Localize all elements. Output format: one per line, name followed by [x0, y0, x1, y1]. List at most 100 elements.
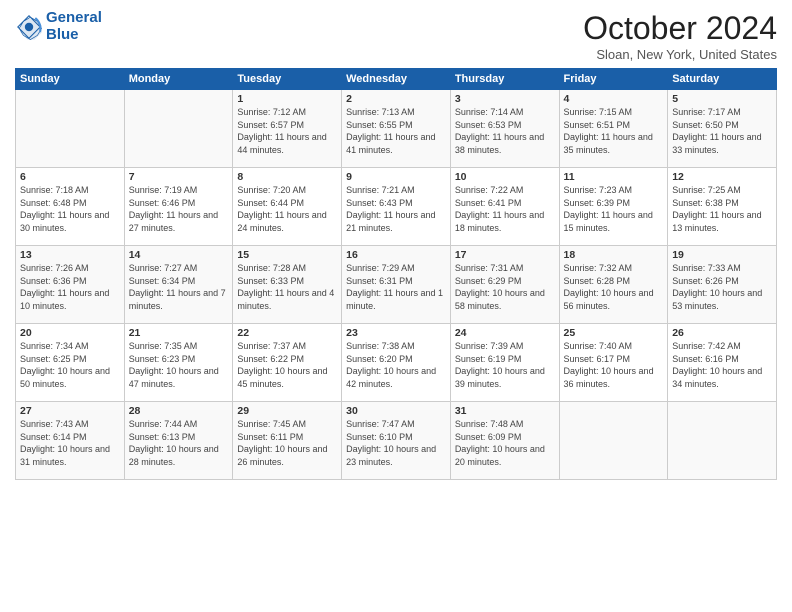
- calendar-cell: 25Sunrise: 7:40 AM Sunset: 6:17 PM Dayli…: [559, 324, 668, 402]
- calendar-cell: 11Sunrise: 7:23 AM Sunset: 6:39 PM Dayli…: [559, 168, 668, 246]
- calendar-cell: [668, 402, 777, 480]
- weekday-header: Saturday: [668, 69, 777, 90]
- cell-content: Sunrise: 7:43 AM Sunset: 6:14 PM Dayligh…: [20, 418, 120, 468]
- cell-content: Sunrise: 7:31 AM Sunset: 6:29 PM Dayligh…: [455, 262, 555, 312]
- day-number: 10: [455, 171, 555, 183]
- calendar-table: SundayMondayTuesdayWednesdayThursdayFrid…: [15, 68, 777, 480]
- day-number: 20: [20, 327, 120, 339]
- day-number: 6: [20, 171, 120, 183]
- cell-content: Sunrise: 7:12 AM Sunset: 6:57 PM Dayligh…: [237, 106, 337, 156]
- cell-content: Sunrise: 7:35 AM Sunset: 6:23 PM Dayligh…: [129, 340, 229, 390]
- logo-icon: [15, 13, 43, 41]
- calendar-cell: 31Sunrise: 7:48 AM Sunset: 6:09 PM Dayli…: [450, 402, 559, 480]
- cell-content: Sunrise: 7:27 AM Sunset: 6:34 PM Dayligh…: [129, 262, 229, 312]
- day-number: 4: [564, 93, 664, 105]
- calendar-cell: 6Sunrise: 7:18 AM Sunset: 6:48 PM Daylig…: [16, 168, 125, 246]
- calendar-cell: 24Sunrise: 7:39 AM Sunset: 6:19 PM Dayli…: [450, 324, 559, 402]
- location: Sloan, New York, United States: [583, 47, 777, 62]
- calendar-cell: 26Sunrise: 7:42 AM Sunset: 6:16 PM Dayli…: [668, 324, 777, 402]
- cell-content: Sunrise: 7:26 AM Sunset: 6:36 PM Dayligh…: [20, 262, 120, 312]
- calendar-cell: 9Sunrise: 7:21 AM Sunset: 6:43 PM Daylig…: [342, 168, 451, 246]
- day-number: 24: [455, 327, 555, 339]
- cell-content: Sunrise: 7:13 AM Sunset: 6:55 PM Dayligh…: [346, 106, 446, 156]
- calendar-cell: 20Sunrise: 7:34 AM Sunset: 6:25 PM Dayli…: [16, 324, 125, 402]
- cell-content: Sunrise: 7:39 AM Sunset: 6:19 PM Dayligh…: [455, 340, 555, 390]
- calendar-week-row: 27Sunrise: 7:43 AM Sunset: 6:14 PM Dayli…: [16, 402, 777, 480]
- calendar-cell: 1Sunrise: 7:12 AM Sunset: 6:57 PM Daylig…: [233, 90, 342, 168]
- calendar-cell: 18Sunrise: 7:32 AM Sunset: 6:28 PM Dayli…: [559, 246, 668, 324]
- day-number: 11: [564, 171, 664, 183]
- day-number: 17: [455, 249, 555, 261]
- header: General Blue October 2024 Sloan, New Yor…: [15, 10, 777, 62]
- calendar-cell: 19Sunrise: 7:33 AM Sunset: 6:26 PM Dayli…: [668, 246, 777, 324]
- calendar-cell: 27Sunrise: 7:43 AM Sunset: 6:14 PM Dayli…: [16, 402, 125, 480]
- day-number: 3: [455, 93, 555, 105]
- cell-content: Sunrise: 7:47 AM Sunset: 6:10 PM Dayligh…: [346, 418, 446, 468]
- day-number: 2: [346, 93, 446, 105]
- month-title: October 2024: [583, 10, 777, 47]
- calendar-cell: 13Sunrise: 7:26 AM Sunset: 6:36 PM Dayli…: [16, 246, 125, 324]
- day-number: 29: [237, 405, 337, 417]
- weekday-header: Friday: [559, 69, 668, 90]
- day-number: 23: [346, 327, 446, 339]
- weekday-header: Monday: [124, 69, 233, 90]
- day-number: 14: [129, 249, 229, 261]
- weekday-header: Wednesday: [342, 69, 451, 90]
- calendar-cell: 17Sunrise: 7:31 AM Sunset: 6:29 PM Dayli…: [450, 246, 559, 324]
- calendar-cell: 23Sunrise: 7:38 AM Sunset: 6:20 PM Dayli…: [342, 324, 451, 402]
- cell-content: Sunrise: 7:44 AM Sunset: 6:13 PM Dayligh…: [129, 418, 229, 468]
- cell-content: Sunrise: 7:45 AM Sunset: 6:11 PM Dayligh…: [237, 418, 337, 468]
- cell-content: Sunrise: 7:20 AM Sunset: 6:44 PM Dayligh…: [237, 184, 337, 234]
- day-number: 5: [672, 93, 772, 105]
- day-number: 13: [20, 249, 120, 261]
- cell-content: Sunrise: 7:40 AM Sunset: 6:17 PM Dayligh…: [564, 340, 664, 390]
- calendar-cell: 2Sunrise: 7:13 AM Sunset: 6:55 PM Daylig…: [342, 90, 451, 168]
- day-number: 8: [237, 171, 337, 183]
- calendar-cell: 15Sunrise: 7:28 AM Sunset: 6:33 PM Dayli…: [233, 246, 342, 324]
- cell-content: Sunrise: 7:48 AM Sunset: 6:09 PM Dayligh…: [455, 418, 555, 468]
- cell-content: Sunrise: 7:28 AM Sunset: 6:33 PM Dayligh…: [237, 262, 337, 312]
- calendar-cell: 7Sunrise: 7:19 AM Sunset: 6:46 PM Daylig…: [124, 168, 233, 246]
- logo: General Blue: [15, 10, 102, 43]
- header-row: SundayMondayTuesdayWednesdayThursdayFrid…: [16, 69, 777, 90]
- cell-content: Sunrise: 7:42 AM Sunset: 6:16 PM Dayligh…: [672, 340, 772, 390]
- day-number: 26: [672, 327, 772, 339]
- cell-content: Sunrise: 7:15 AM Sunset: 6:51 PM Dayligh…: [564, 106, 664, 156]
- calendar-cell: 8Sunrise: 7:20 AM Sunset: 6:44 PM Daylig…: [233, 168, 342, 246]
- calendar-cell: 28Sunrise: 7:44 AM Sunset: 6:13 PM Dayli…: [124, 402, 233, 480]
- day-number: 9: [346, 171, 446, 183]
- cell-content: Sunrise: 7:22 AM Sunset: 6:41 PM Dayligh…: [455, 184, 555, 234]
- calendar-cell: 5Sunrise: 7:17 AM Sunset: 6:50 PM Daylig…: [668, 90, 777, 168]
- weekday-header: Thursday: [450, 69, 559, 90]
- logo-text: General Blue: [46, 10, 102, 43]
- day-number: 28: [129, 405, 229, 417]
- weekday-header: Tuesday: [233, 69, 342, 90]
- day-number: 30: [346, 405, 446, 417]
- cell-content: Sunrise: 7:21 AM Sunset: 6:43 PM Dayligh…: [346, 184, 446, 234]
- calendar-cell: 29Sunrise: 7:45 AM Sunset: 6:11 PM Dayli…: [233, 402, 342, 480]
- day-number: 7: [129, 171, 229, 183]
- day-number: 19: [672, 249, 772, 261]
- cell-content: Sunrise: 7:29 AM Sunset: 6:31 PM Dayligh…: [346, 262, 446, 312]
- cell-content: Sunrise: 7:34 AM Sunset: 6:25 PM Dayligh…: [20, 340, 120, 390]
- calendar-cell: 21Sunrise: 7:35 AM Sunset: 6:23 PM Dayli…: [124, 324, 233, 402]
- calendar-cell: [559, 402, 668, 480]
- cell-content: Sunrise: 7:19 AM Sunset: 6:46 PM Dayligh…: [129, 184, 229, 234]
- calendar-cell: 14Sunrise: 7:27 AM Sunset: 6:34 PM Dayli…: [124, 246, 233, 324]
- calendar-cell: [16, 90, 125, 168]
- day-number: 27: [20, 405, 120, 417]
- cell-content: Sunrise: 7:32 AM Sunset: 6:28 PM Dayligh…: [564, 262, 664, 312]
- calendar-week-row: 20Sunrise: 7:34 AM Sunset: 6:25 PM Dayli…: [16, 324, 777, 402]
- day-number: 15: [237, 249, 337, 261]
- day-number: 12: [672, 171, 772, 183]
- calendar-cell: 30Sunrise: 7:47 AM Sunset: 6:10 PM Dayli…: [342, 402, 451, 480]
- cell-content: Sunrise: 7:38 AM Sunset: 6:20 PM Dayligh…: [346, 340, 446, 390]
- calendar-cell: [124, 90, 233, 168]
- weekday-header: Sunday: [16, 69, 125, 90]
- day-number: 1: [237, 93, 337, 105]
- day-number: 16: [346, 249, 446, 261]
- cell-content: Sunrise: 7:37 AM Sunset: 6:22 PM Dayligh…: [237, 340, 337, 390]
- cell-content: Sunrise: 7:14 AM Sunset: 6:53 PM Dayligh…: [455, 106, 555, 156]
- calendar-cell: 12Sunrise: 7:25 AM Sunset: 6:38 PM Dayli…: [668, 168, 777, 246]
- day-number: 22: [237, 327, 337, 339]
